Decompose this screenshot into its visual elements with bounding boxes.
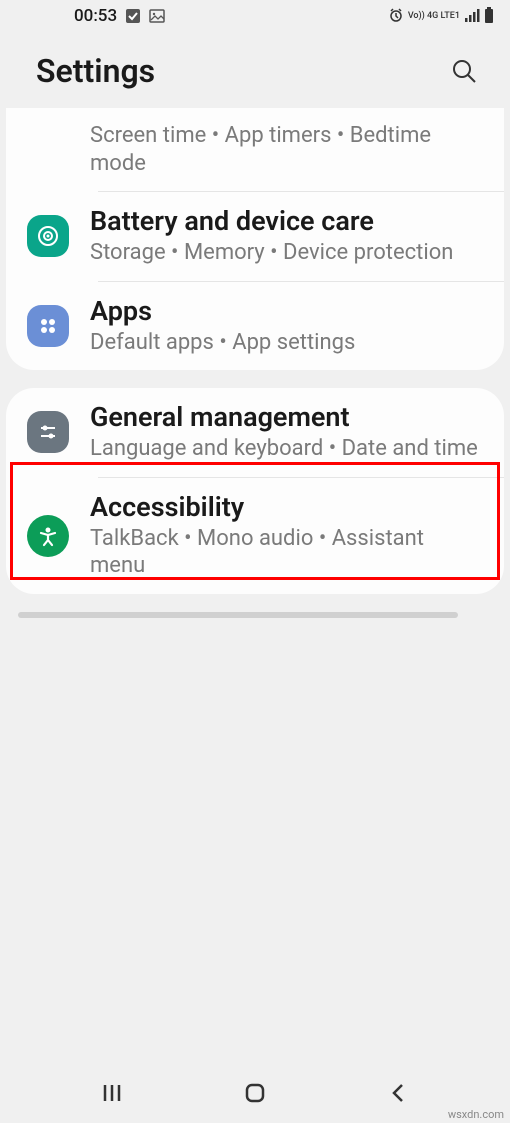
row-subtitle: TalkBack • Mono audio • Assistant menu — [90, 525, 480, 580]
checkbox-icon — [125, 8, 141, 24]
settings-row-general-management[interactable]: General management Language and keyboard… — [6, 388, 504, 477]
row-title: Battery and device care — [90, 206, 480, 237]
back-button[interactable] — [383, 1078, 413, 1108]
settings-row-accessibility[interactable]: Accessibility TalkBack • Mono audio • As… — [6, 478, 504, 594]
settings-row-battery-device-care[interactable]: Battery and device care Storage • Memory… — [6, 192, 504, 281]
row-title: General management — [90, 402, 480, 433]
network-label: Vo)) 4G LTE1 — [408, 12, 460, 21]
status-bar: 00:53 Vo)) 4G LTE1 — [0, 0, 510, 32]
general-management-icon — [27, 411, 69, 453]
recents-icon — [101, 1082, 123, 1104]
settings-row-digital-wellbeing[interactable]: Screen time • App timers • Bedtime mode — [6, 108, 504, 191]
status-right: Vo)) 4G LTE1 — [388, 7, 494, 26]
image-icon — [149, 8, 165, 24]
recents-button[interactable] — [97, 1078, 127, 1108]
settings-group: General management Language and keyboard… — [6, 388, 504, 594]
alarm-icon — [388, 7, 404, 26]
navigation-bar — [0, 1063, 510, 1123]
settings-row-apps[interactable]: Apps Default apps • App settings — [6, 282, 504, 371]
search-icon — [451, 58, 477, 84]
settings-header: Settings — [0, 32, 510, 114]
back-icon — [389, 1081, 407, 1105]
row-title: Apps — [90, 296, 480, 327]
page-title: Settings — [36, 52, 155, 90]
row-subtitle: Language and keyboard • Date and time — [90, 435, 480, 463]
row-title: Accessibility — [90, 492, 480, 523]
device-care-icon — [27, 215, 69, 257]
row-subtitle: Default apps • App settings — [90, 329, 480, 357]
row-subtitle: Storage • Memory • Device protection — [90, 239, 480, 267]
home-icon — [243, 1081, 267, 1105]
watermark: wsxdn.com — [448, 1108, 504, 1121]
status-time: 00:53 — [74, 6, 117, 26]
scroll-indicator — [18, 612, 458, 618]
signal-icon — [464, 8, 480, 25]
search-button[interactable] — [450, 57, 478, 85]
row-subtitle: Screen time • App timers • Bedtime mode — [90, 122, 480, 177]
home-button[interactable] — [240, 1078, 270, 1108]
settings-group: Screen time • App timers • Bedtime mode … — [6, 108, 504, 370]
battery-icon — [484, 7, 494, 26]
accessibility-icon — [27, 515, 69, 557]
apps-icon — [27, 305, 69, 347]
